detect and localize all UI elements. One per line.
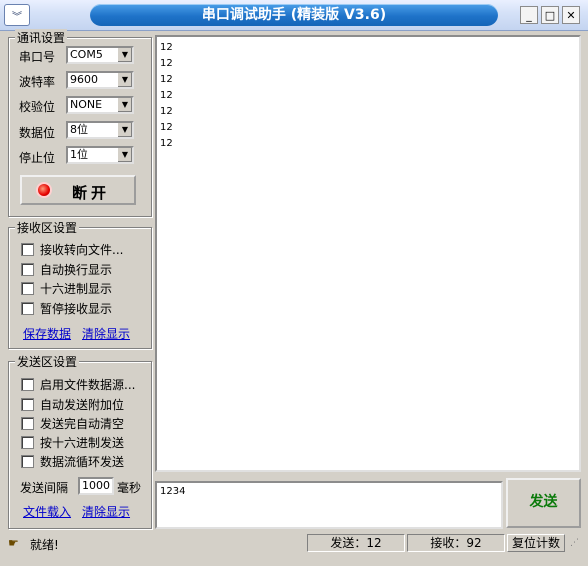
receive-line: 12 [160,90,173,101]
port-label: 串口号 [19,50,56,64]
title-bar: ︾ 串口调试助手 (精装版 V3.6) _ □ ✕ [0,0,588,31]
auto-append-label: 自动发送附加位 [40,398,125,412]
port-value: COM5 [70,48,103,61]
receive-line: 12 [160,122,173,133]
pause-display-checkbox[interactable]: 暂停接收显示 [21,300,112,317]
interval-unit: 毫秒 [117,481,142,495]
auto-wrap-label: 自动换行显示 [40,263,113,277]
parity-value: NONE [70,98,103,111]
checkbox-icon[interactable] [21,436,34,449]
recv-to-file-checkbox[interactable]: 接收转向文件... [21,241,123,258]
window-title: 串口调试助手 (精装版 V3.6) [90,4,498,26]
chevron-down-icon[interactable]: ▼ [117,123,132,137]
loop-send-checkbox[interactable]: 数据流循环发送 [21,453,124,470]
chevron-down-icon[interactable]: ▼ [117,148,132,162]
send-textarea[interactable]: 1234 [155,481,503,529]
sent-count: 发送：12 [307,534,405,552]
baud-select[interactable]: 9600 ▼ [66,71,134,89]
parity-select[interactable]: NONE ▼ [66,96,134,114]
file-source-label: 启用文件数据源... [40,378,136,392]
interval-input[interactable]: 1000 [78,477,114,495]
reset-count-button[interactable]: 复位计数 [507,534,565,552]
loop-send-label: 数据流循环发送 [40,455,125,469]
checkbox-icon[interactable] [21,282,34,295]
auto-wrap-checkbox[interactable]: 自动换行显示 [21,261,112,278]
receive-line: 12 [160,58,173,69]
file-source-checkbox[interactable]: 启用文件数据源... [21,376,135,393]
hex-send-checkbox[interactable]: 按十六进制发送 [21,434,124,451]
status-ready: 就绪! [30,538,59,552]
hand-pointer-icon: ☛ [8,536,19,550]
comm-settings-title: 通讯设置 [15,29,68,46]
stopbits-value: 1位 [70,148,88,161]
checkbox-icon[interactable] [21,398,34,411]
hex-display-checkbox[interactable]: 十六进制显示 [21,280,112,297]
checkbox-icon[interactable] [21,302,34,315]
auto-clear-checkbox[interactable]: 发送完自动清空 [21,415,124,432]
receive-line: 12 [160,106,173,117]
recv-to-file-label: 接收转向文件... [40,243,124,257]
baud-label: 波特率 [19,75,56,89]
receive-settings-title: 接收区设置 [15,219,80,236]
chevron-down-icon[interactable]: ▼ [117,48,132,62]
status-led-icon [38,184,50,196]
status-bar: ☛ 就绪! 发送：12 接收：92 复位计数 ⋰ [0,534,588,554]
send-settings-title: 发送区设置 [15,353,80,370]
baud-value: 9600 [70,73,98,86]
databits-label: 数据位 [19,126,56,140]
receive-line: 12 [160,42,173,53]
parity-label: 校验位 [19,100,56,114]
checkbox-icon[interactable] [21,263,34,276]
minimize-icon[interactable]: _ [520,6,538,24]
close-icon[interactable]: ✕ [562,6,580,24]
checkbox-icon[interactable] [21,378,34,391]
maximize-icon[interactable]: □ [541,6,559,24]
auto-append-checkbox[interactable]: 自动发送附加位 [21,396,124,413]
disconnect-button[interactable]: 断开 [20,175,136,205]
hex-send-label: 按十六进制发送 [40,436,125,450]
databits-value: 8位 [70,123,88,136]
interval-label: 发送间隔 [20,481,69,495]
checkbox-icon[interactable] [21,417,34,430]
stopbits-label: 停止位 [19,151,56,165]
clear-receive-link[interactable]: 清除显示 [82,325,130,342]
receive-line: 12 [160,138,173,149]
stopbits-select[interactable]: 1位 ▼ [66,146,134,164]
receive-textarea[interactable]: 12 12 12 12 12 12 12 [155,35,581,472]
clear-send-link[interactable]: 清除显示 [82,503,130,520]
port-select[interactable]: COM5 ▼ [66,46,134,64]
databits-select[interactable]: 8位 ▼ [66,121,134,139]
checkbox-icon[interactable] [21,455,34,468]
disconnect-button-label: 断开 [72,184,111,202]
hex-display-label: 十六进制显示 [40,282,113,296]
receive-line: 12 [160,74,173,85]
save-data-link[interactable]: 保存数据 [23,325,71,342]
send-button[interactable]: 发送 [506,478,581,528]
chevron-down-icon[interactable]: ▼ [117,98,132,112]
system-menu-icon[interactable]: ︾ [4,4,30,26]
received-count: 接收：92 [407,534,505,552]
chevron-down-icon[interactable]: ▼ [117,73,132,87]
resize-grip-icon[interactable]: ⋰ [570,538,579,548]
checkbox-icon[interactable] [21,243,34,256]
load-file-link[interactable]: 文件载入 [23,503,71,520]
pause-display-label: 暂停接收显示 [40,302,113,316]
auto-clear-label: 发送完自动清空 [40,417,125,431]
